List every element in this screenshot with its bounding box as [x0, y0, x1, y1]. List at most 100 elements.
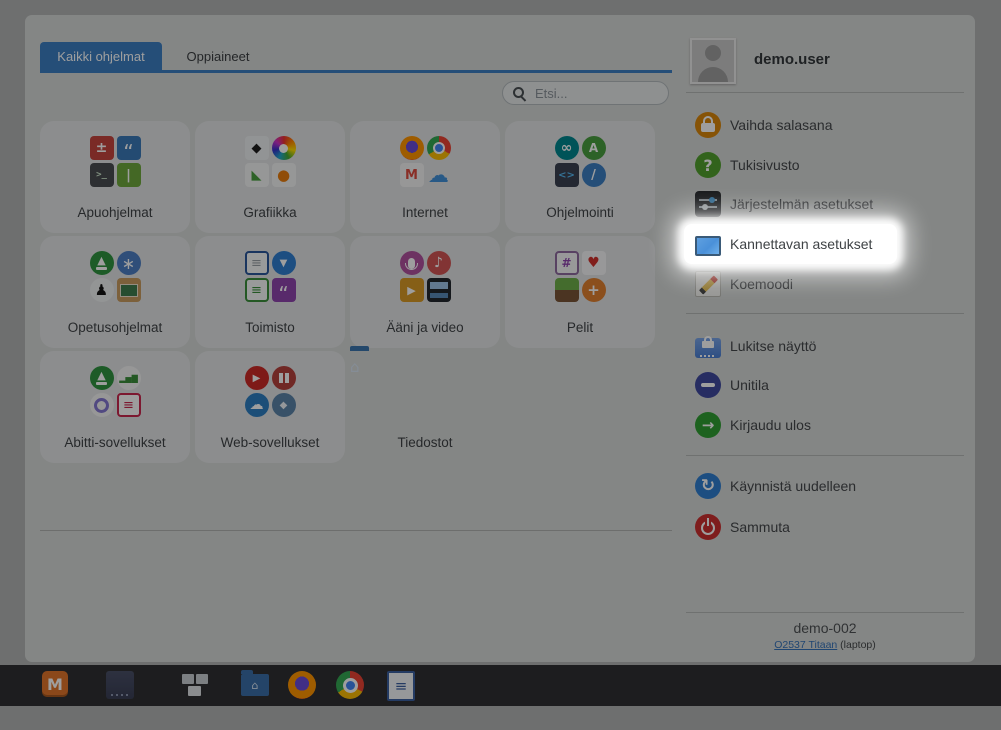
- desktop: { "tabs": { "all_programs": "Kaikki ohje…: [0, 0, 1001, 730]
- chrome-icon: [427, 136, 451, 160]
- logout-icon: [695, 412, 721, 438]
- exam-mode-icon: [695, 271, 721, 297]
- category-label: Opetusohjelmat: [40, 320, 190, 335]
- category-toimisto[interactable]: Toimisto: [195, 236, 345, 348]
- education-icon: [90, 251, 114, 275]
- physics-icon: [117, 251, 141, 275]
- category-label: Pelit: [505, 320, 655, 335]
- main-divider: [40, 530, 672, 531]
- card-game-icon: [582, 251, 606, 275]
- file-manager-icon[interactable]: [241, 674, 269, 696]
- calc-doc-icon: [245, 278, 269, 302]
- tab-all-programs[interactable]: Kaikki ohjelmat: [40, 42, 162, 70]
- category-ohjelmointi[interactable]: Ohjelmointi: [505, 121, 655, 233]
- tab-label: Kaikki ohjelmat: [57, 49, 144, 64]
- firefox-icon: [400, 136, 424, 160]
- category-label: Internet: [350, 205, 500, 220]
- category-apuohjelmat[interactable]: Apuohjelmat: [40, 121, 190, 233]
- category-tiedostot[interactable]: Tiedostot: [350, 351, 500, 463]
- video-player-icon: [400, 278, 424, 302]
- education-icon: [90, 366, 114, 390]
- sidebar-item-label: Unitila: [730, 377, 769, 393]
- pen-icon: [272, 251, 296, 275]
- minecraft-icon: [555, 278, 579, 302]
- microphone-icon: [400, 251, 424, 275]
- username: demo.user: [754, 51, 830, 68]
- search-box[interactable]: [502, 81, 669, 105]
- sidebar-item-label: Koemoodi: [730, 276, 793, 292]
- video-editor-icon: [427, 278, 451, 302]
- category-aani-ja-video[interactable]: Ääni ja video: [350, 236, 500, 348]
- firefox-icon[interactable]: [288, 671, 316, 699]
- gamepad-icon: [582, 278, 606, 302]
- category-label: Tiedostot: [350, 435, 500, 450]
- sidebar-item-sammuta[interactable]: Sammuta: [684, 507, 954, 547]
- password-lock-icon: [695, 112, 721, 138]
- avatar: [690, 38, 736, 84]
- desktop-icon[interactable]: [106, 671, 134, 699]
- sidebar-item-vaihda-salasana[interactable]: Vaihda salasana: [684, 105, 954, 145]
- youtube-icon: [245, 366, 269, 390]
- sidebar-item-lukitse-naytto[interactable]: Lukitse näyttö: [684, 326, 954, 366]
- sidebar-item-koemoodi[interactable]: Koemoodi: [684, 264, 954, 304]
- search-input[interactable]: [533, 85, 668, 102]
- sidebar-item-label: Kirjaudu ulos: [730, 417, 811, 433]
- category-abitti-sovellukset[interactable]: Abitti-sovellukset: [40, 351, 190, 463]
- category-label: Ohjelmointi: [505, 205, 655, 220]
- sidebar-divider: [686, 612, 964, 613]
- tab-subjects[interactable]: Oppiaineet: [162, 42, 274, 70]
- help-icon: [695, 152, 721, 178]
- category-web-sovellukset[interactable]: Web-sovellukset: [195, 351, 345, 463]
- search-icon: [513, 87, 526, 100]
- android-studio-icon: [582, 136, 606, 160]
- notes-icon: [117, 136, 141, 160]
- hostname: demo-002: [685, 620, 965, 636]
- device-link[interactable]: O2537 Titaan: [774, 639, 837, 651]
- chrome-icon[interactable]: [336, 671, 364, 699]
- code-editor-icon: [555, 163, 579, 187]
- sidebar-item-label: Tukisivusto: [730, 157, 800, 173]
- sidebar-item-label: Järjestelmän asetukset: [730, 196, 873, 212]
- restart-icon: [695, 473, 721, 499]
- sidebar-item-jarjestelman-asetukset[interactable]: Järjestelmän asetukset: [684, 184, 954, 224]
- taskbar: [0, 665, 1001, 706]
- sidebar-item-unitila[interactable]: Unitila: [684, 365, 954, 405]
- document-icon[interactable]: [387, 671, 415, 701]
- draw-icon: [245, 163, 269, 187]
- chalkboard-icon: [117, 278, 141, 302]
- book-icon: [272, 366, 296, 390]
- category-grafiikka[interactable]: Grafiikka: [195, 121, 345, 233]
- category-label: Apuohjelmat: [40, 205, 190, 220]
- sidebar-item-label: Lukitse näyttö: [730, 338, 816, 354]
- menu-panel: Kaikki ohjelmat Oppiaineet Apuohjelmat G…: [25, 15, 975, 662]
- stats-icon: [117, 366, 141, 390]
- sidebar-item-label: Sammuta: [730, 519, 790, 535]
- category-label: Abitti-sovellukset: [40, 435, 190, 450]
- sidebar-item-tukisivusto[interactable]: Tukisivusto: [684, 145, 954, 185]
- category-opetusohjelmat[interactable]: Opetusohjelmat: [40, 236, 190, 348]
- arduino-icon: [555, 136, 579, 160]
- sidebar-divider: [686, 92, 964, 93]
- sidebar-divider: [686, 313, 964, 314]
- category-label: Toimisto: [195, 320, 345, 335]
- sidebar-item-kannettavan-asetukset[interactable]: Kannettavan asetukset: [684, 224, 897, 264]
- calculator-icon: [90, 136, 114, 160]
- category-pelit[interactable]: Pelit: [505, 236, 655, 348]
- mail-icon: [400, 163, 424, 187]
- category-internet[interactable]: Internet: [350, 121, 500, 233]
- menu-launcher-icon[interactable]: [42, 671, 68, 697]
- workspaces-icon[interactable]: [181, 671, 209, 699]
- sidebar-item-label: Vaihda salasana: [730, 117, 832, 133]
- sidebar-item-kirjaudu-ulos[interactable]: Kirjaudu ulos: [684, 405, 954, 445]
- sidebar-item-kaynnista-uudelleen[interactable]: Käynnistä uudelleen: [684, 466, 954, 506]
- tab-underline: [40, 70, 672, 73]
- color-wheel-icon: [272, 136, 296, 160]
- category-label: Ääni ja video: [350, 320, 500, 335]
- tab-label: Oppiaineet: [187, 49, 250, 64]
- shutdown-icon: [695, 514, 721, 540]
- impress-doc-icon: [117, 393, 141, 417]
- font-tool-icon: [117, 163, 141, 187]
- category-label: Web-sovellukset: [195, 435, 345, 450]
- blender-icon: [272, 163, 296, 187]
- build-tool-icon: [582, 163, 606, 187]
